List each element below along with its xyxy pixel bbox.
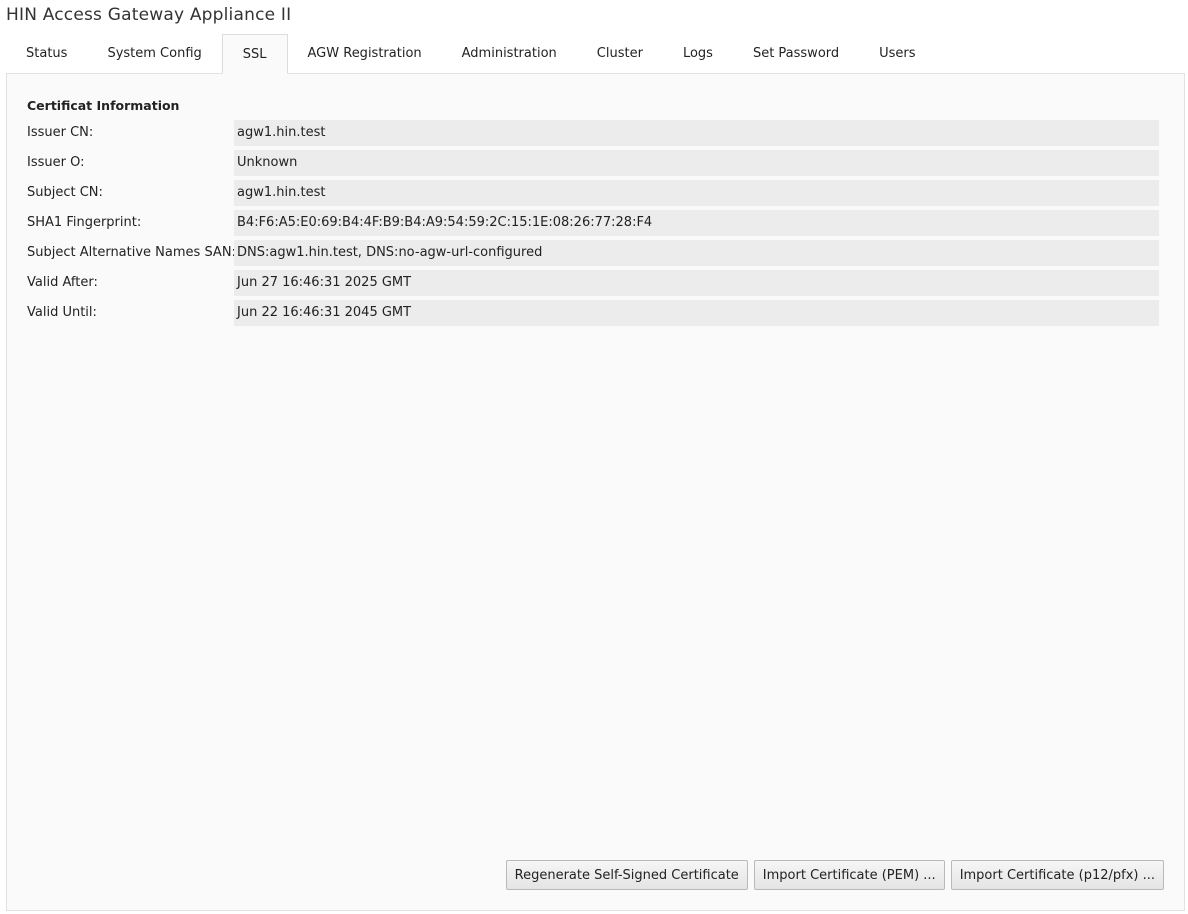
tab-set-password[interactable]: Set Password	[733, 34, 859, 74]
field-row-san: Subject Alternative Names SAN: DNS:agw1.…	[27, 240, 1160, 266]
issuer-o-value: Unknown	[234, 150, 1159, 176]
sha1-fingerprint-label: SHA1 Fingerprint:	[27, 215, 142, 230]
field-row-subject-cn: Subject CN: agw1.hin.test	[27, 180, 1160, 206]
tab-cluster[interactable]: Cluster	[577, 34, 663, 74]
field-row-valid-after: Valid After: Jun 27 16:46:31 2025 GMT	[27, 270, 1160, 296]
issuer-cn-value: agw1.hin.test	[234, 120, 1159, 146]
subject-cn-value: agw1.hin.test	[234, 180, 1159, 206]
tab-system-config[interactable]: System Config	[87, 34, 221, 74]
tab-status[interactable]: Status	[6, 34, 87, 74]
app-title: HIN Access Gateway Appliance II	[6, 5, 292, 25]
san-value: DNS:agw1.hin.test, DNS:no-agw-url-config…	[234, 240, 1159, 266]
certificate-info-heading: Certificat Information	[27, 98, 180, 113]
tab-agw-registration[interactable]: AGW Registration	[288, 34, 442, 74]
tab-bar: Status System Config SSL AGW Registratio…	[6, 34, 936, 74]
tab-users[interactable]: Users	[859, 34, 935, 74]
valid-after-value: Jun 27 16:46:31 2025 GMT	[234, 270, 1159, 296]
subject-cn-label: Subject CN:	[27, 185, 103, 200]
sha1-fingerprint-value: B4:F6:A5:E0:69:B4:4F:B9:B4:A9:54:59:2C:1…	[234, 210, 1159, 236]
tab-ssl[interactable]: SSL	[221, 34, 288, 74]
field-row-sha1-fingerprint: SHA1 Fingerprint: B4:F6:A5:E0:69:B4:4F:B…	[27, 210, 1160, 236]
issuer-o-label: Issuer O:	[27, 155, 85, 170]
valid-until-value: Jun 22 16:46:31 2045 GMT	[234, 300, 1159, 326]
field-row-issuer-cn: Issuer CN: agw1.hin.test	[27, 120, 1160, 146]
issuer-cn-label: Issuer CN:	[27, 125, 94, 140]
action-button-bar: Regenerate Self-Signed Certificate Impor…	[505, 860, 1164, 890]
san-label: Subject Alternative Names SAN:	[27, 245, 236, 260]
import-p12-button[interactable]: Import Certificate (p12/pfx) ...	[950, 860, 1164, 890]
field-row-valid-until: Valid Until: Jun 22 16:46:31 2045 GMT	[27, 300, 1160, 326]
ssl-panel: Certificat Information Issuer CN: agw1.h…	[6, 73, 1185, 911]
valid-until-label: Valid Until:	[27, 305, 97, 320]
field-row-issuer-o: Issuer O: Unknown	[27, 150, 1160, 176]
valid-after-label: Valid After:	[27, 275, 98, 290]
regenerate-certificate-button[interactable]: Regenerate Self-Signed Certificate	[505, 860, 748, 890]
tab-logs[interactable]: Logs	[663, 34, 733, 74]
import-pem-button[interactable]: Import Certificate (PEM) ...	[753, 860, 945, 890]
tab-administration[interactable]: Administration	[442, 34, 577, 74]
